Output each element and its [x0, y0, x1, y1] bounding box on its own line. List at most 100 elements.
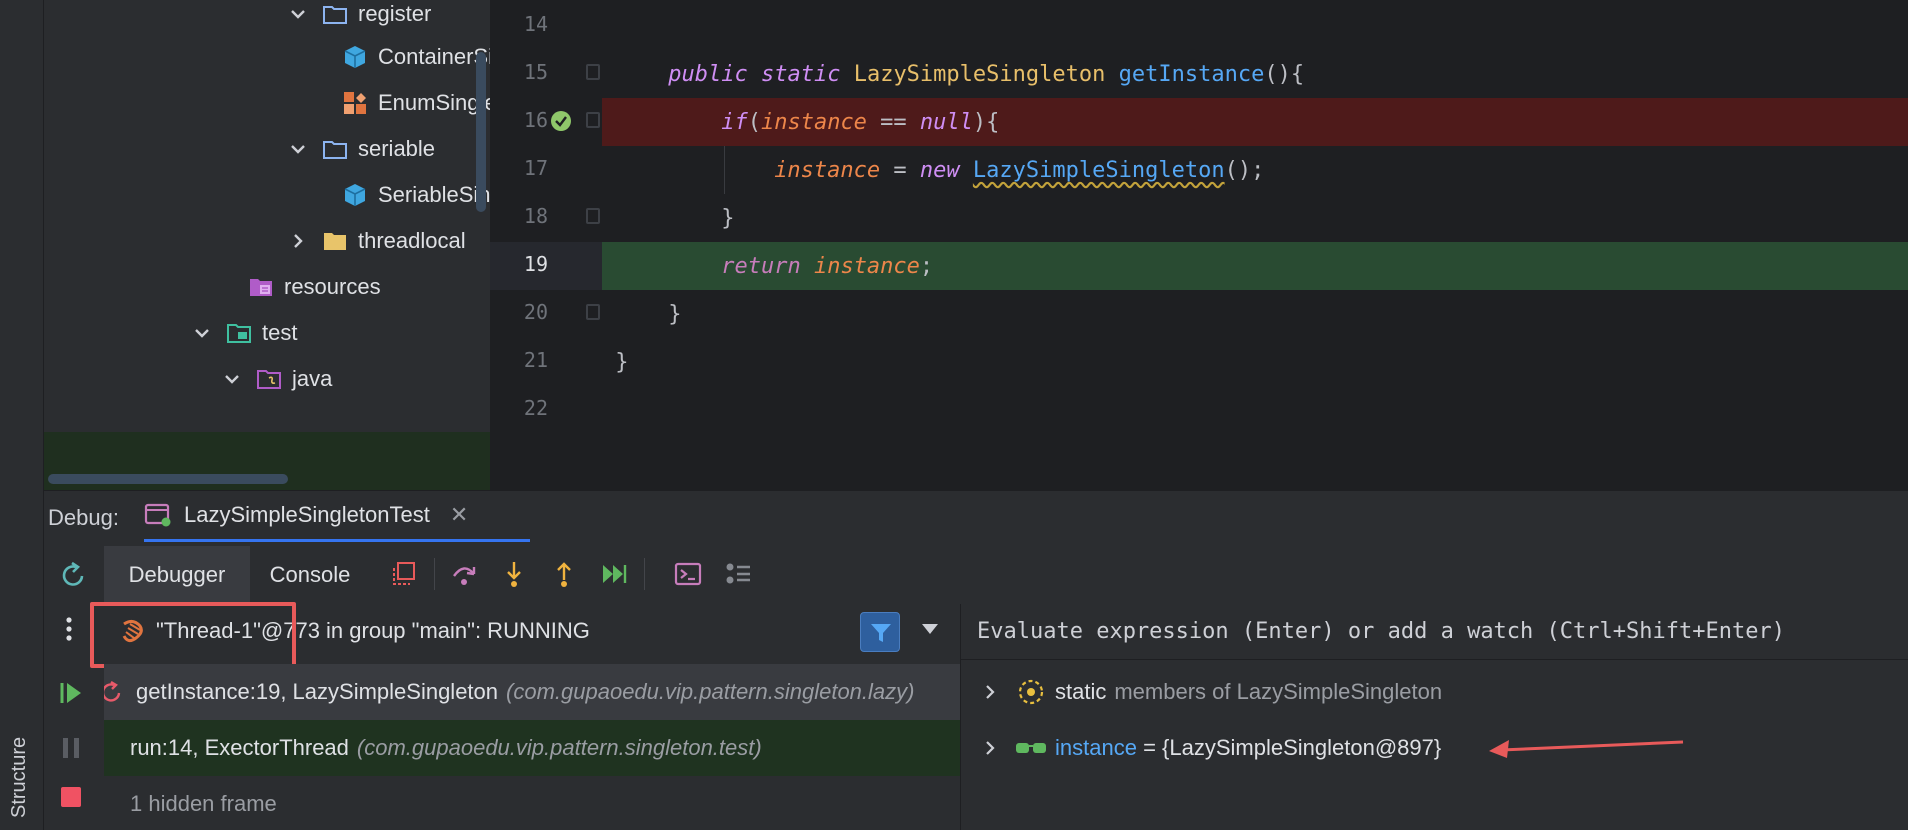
chevron-down-icon: [291, 10, 305, 19]
class-icon: [344, 46, 366, 68]
tab-console[interactable]: Console: [250, 546, 370, 604]
tree-item-label: java: [292, 366, 333, 391]
left-tool-strip: Structure: [0, 0, 44, 830]
frame-method: run:14, ExectorThread: [130, 735, 349, 760]
tree-item-label: threadlocal: [358, 228, 466, 253]
annotation-highlight-box: [90, 602, 296, 668]
frame-package: (com.gupaoedu.vip.pattern.singleton.lazy…: [506, 679, 915, 704]
debug-tool-window-header: Debug: LazySimpleSingletonTest ✕: [44, 490, 1908, 543]
line-number: 20: [523, 300, 548, 324]
tree-vertical-scrollbar[interactable]: [476, 52, 486, 212]
fold-marker[interactable]: [586, 304, 600, 320]
chevron-down-icon: [225, 375, 239, 384]
line-number: 14: [523, 12, 548, 36]
rerun-icon[interactable]: [58, 560, 88, 590]
frame-row-selected[interactable]: getInstance:19, LazySimpleSingleton (com…: [104, 664, 960, 720]
code-line-17: instance = new LazySimpleSingleton ();: [774, 157, 1265, 183]
code-line-20: }: [602, 301, 682, 327]
tab-debugger[interactable]: Debugger: [104, 546, 250, 604]
evaluate-expression-icon[interactable]: [674, 560, 702, 588]
tree-item-label: seriable: [358, 136, 436, 161]
line-number: 21: [523, 348, 548, 372]
close-icon[interactable]: ✕: [450, 502, 468, 528]
package-icon: [323, 141, 347, 159]
tree-item-seriable[interactable]: seriable: [288, 125, 435, 173]
toolbar-separator: [644, 558, 645, 590]
debug-session-tab[interactable]: LazySimpleSingletonTest ✕: [144, 491, 530, 543]
trace-list-icon[interactable]: [724, 560, 752, 588]
fold-marker[interactable]: [586, 208, 600, 224]
chevron-right-icon: [294, 234, 303, 248]
tree-item-label: SeriableSingleton: [378, 182, 490, 207]
tree-item-label: resources: [284, 274, 381, 299]
run-config-icon: [144, 503, 171, 527]
code-line-19-execution: return instance;: [602, 242, 1908, 290]
tree-item-java[interactable]: java: [222, 355, 332, 403]
test-folder-icon: [227, 324, 251, 343]
step-out-icon[interactable]: [550, 560, 578, 588]
structure-tool-label[interactable]: Structure: [8, 737, 31, 818]
line-number: 18: [523, 204, 548, 228]
variable-equals: =: [1136, 735, 1163, 760]
class-icon: [344, 184, 366, 206]
tree-item-label: EnumSingleton: [378, 90, 490, 115]
fold-marker[interactable]: [586, 64, 600, 80]
resume-icon[interactable]: [58, 680, 84, 706]
drop-frame-icon: [104, 680, 121, 702]
variable-value: {LazySimpleSingleton@897}: [1162, 735, 1442, 760]
watch-glasses-icon: [1016, 743, 1046, 753]
chevron-right-icon[interactable]: [983, 685, 997, 699]
code-line-18: }: [602, 205, 735, 231]
variable-static-members[interactable]: static members of LazySimpleSingleton: [961, 664, 1908, 720]
breakpoint-verified-icon[interactable]: [550, 110, 572, 132]
filter-button[interactable]: [860, 612, 900, 652]
chevron-down-icon: [291, 145, 305, 154]
package-icon: [323, 6, 347, 24]
enum-icon: [344, 92, 366, 114]
debug-toolbar: Debugger Console: [44, 542, 1908, 604]
toolbar-separator: [434, 558, 435, 590]
restore-layout-icon[interactable]: [390, 560, 418, 588]
debug-session-tab-label: LazySimpleSingletonTest: [184, 502, 430, 527]
step-into-icon[interactable]: [500, 560, 528, 588]
frame-method: getInstance:19, LazySimpleSingleton: [136, 679, 499, 704]
more-options-icon[interactable]: [64, 616, 74, 642]
indent-guide: [724, 146, 725, 194]
annotation-arrow-icon: [1489, 740, 1684, 758]
frame-package: (com.gupaoedu.vip.pattern.singleton.test…: [356, 735, 762, 760]
tree-item-label: ContainerSingleton: [378, 44, 490, 69]
frames-panel: "Thread-1"@773 in group "main": RUNNING …: [90, 602, 960, 830]
evaluate-expression-input[interactable]: Evaluate expression (Enter) or add a wat…: [961, 604, 1908, 660]
step-over-icon[interactable]: [450, 560, 478, 588]
folder-icon: [324, 233, 346, 250]
tree-item-threadlocal[interactable]: threadlocal: [288, 217, 466, 265]
variable-instance[interactable]: instance = {LazySimpleSingleton@897}: [961, 720, 1908, 776]
variables-panel: Evaluate expression (Enter) or add a wat…: [960, 604, 1908, 830]
source-folder-icon: [257, 370, 281, 389]
tree-item-resources[interactable]: resources: [248, 263, 381, 311]
tree-item-test[interactable]: test: [192, 309, 297, 357]
run-to-cursor-icon[interactable]: [600, 560, 628, 588]
fold-marker[interactable]: [586, 112, 600, 128]
hidden-frames-row[interactable]: 1 hidden frame: [104, 776, 960, 830]
chevron-down-icon: [195, 329, 209, 338]
tree-horizontal-scrollbar[interactable]: [48, 474, 288, 484]
tree-item-enum-singleton[interactable]: EnumSingleton: [342, 79, 490, 127]
frame-row[interactable]: run:14, ExectorThread (com.gupaoedu.vip.…: [104, 720, 960, 776]
code-editor[interactable]: 14 15 16 17 18 19 20 21 22 public static…: [490, 0, 1908, 490]
code-line-21: }: [602, 349, 629, 375]
project-tree: register ContainerSingleton EnumSingleto…: [44, 0, 490, 490]
tree-item-container-singleton[interactable]: ContainerSingleton: [342, 33, 490, 81]
code-line-16-breakpoint: if(instance == null){: [602, 98, 1908, 146]
pause-icon[interactable]: [60, 736, 82, 760]
debug-label: Debug:: [48, 505, 119, 530]
line-number-current: 19: [523, 252, 548, 276]
tree-item-seriable-singleton[interactable]: SeriableSingleton: [342, 171, 490, 219]
chevron-down-icon[interactable]: [922, 624, 938, 634]
static-members-icon: [1018, 679, 1044, 705]
chevron-right-icon[interactable]: [983, 741, 997, 755]
static-prefix: static: [1055, 679, 1107, 704]
tree-item-label: test: [262, 320, 298, 345]
static-members-label: members of LazySimpleSingleton: [1114, 679, 1443, 704]
stop-icon[interactable]: [60, 786, 82, 808]
